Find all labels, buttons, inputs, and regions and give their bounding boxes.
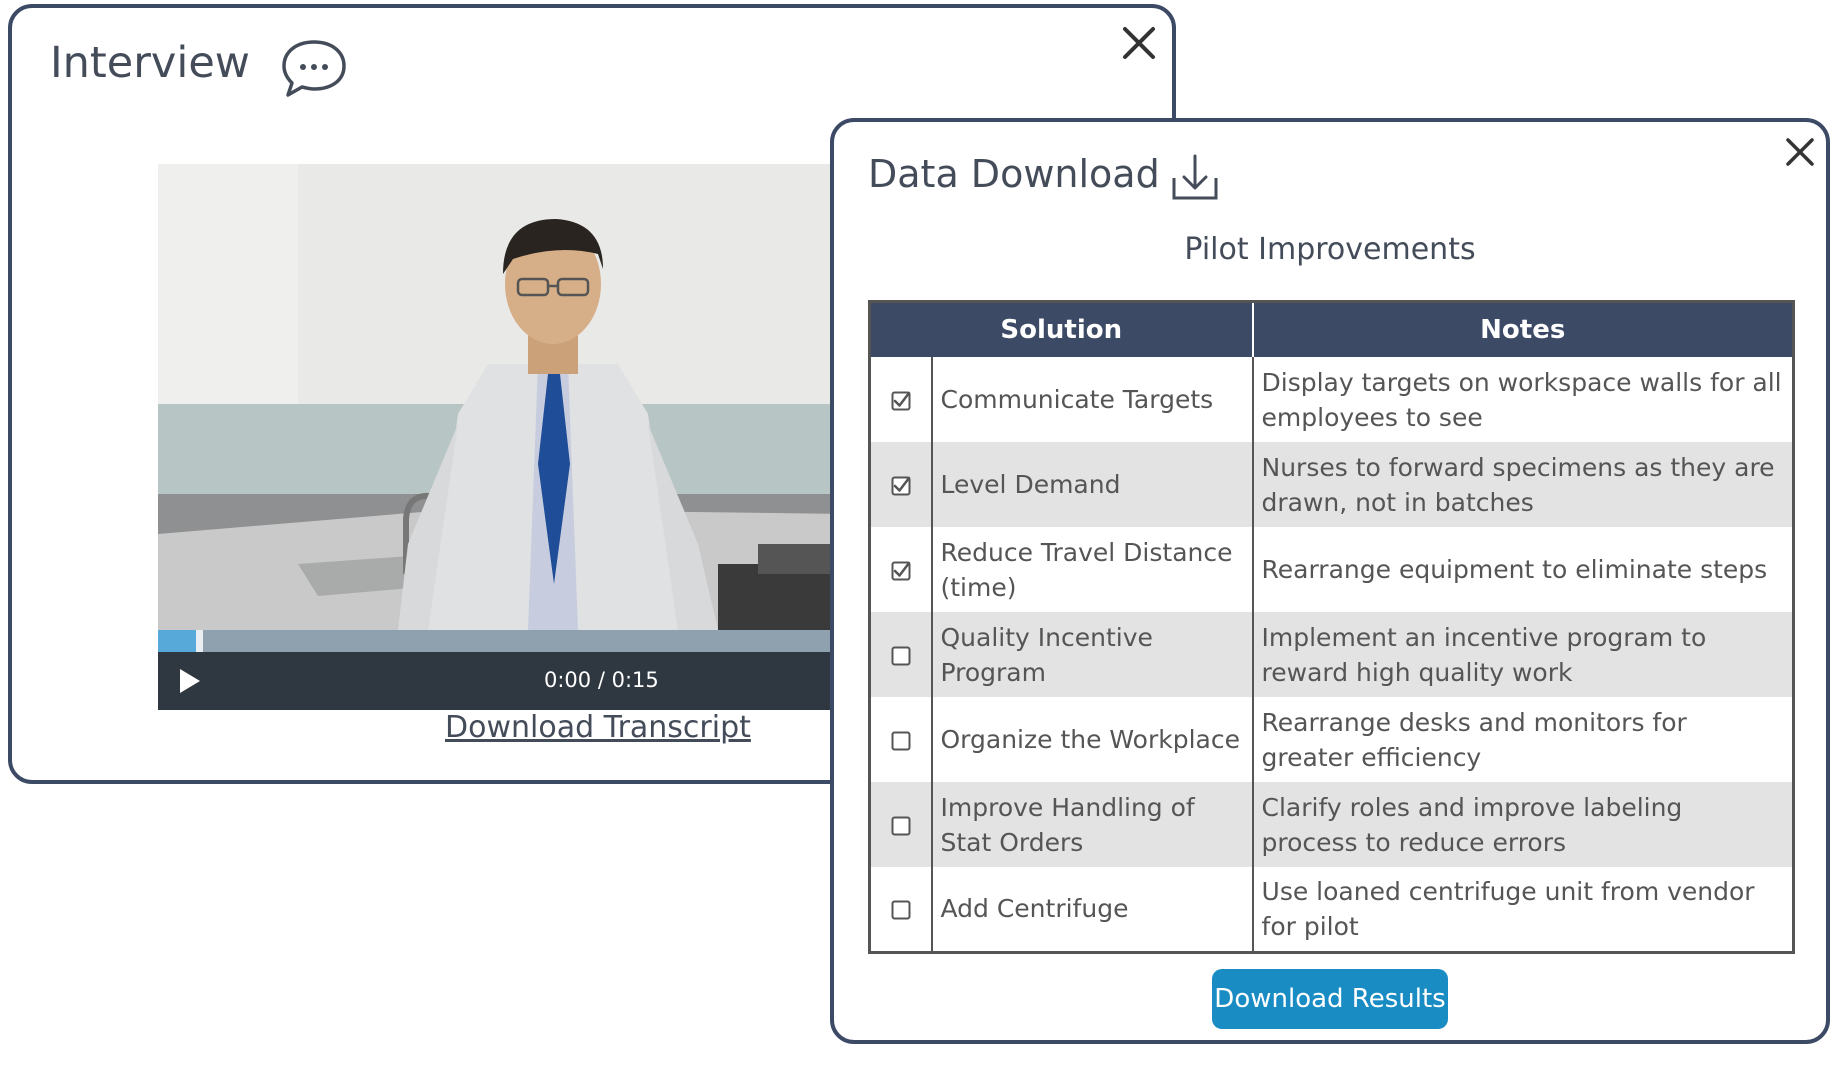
data-download-panel: Data Download Pilot Improvements Solutio… — [830, 118, 1830, 1044]
download-transcript-link[interactable]: Download Transcript — [445, 710, 751, 745]
row-checkbox[interactable] — [869, 782, 932, 867]
solution-cell: Improve Handling of Stat Orders — [930, 782, 1253, 867]
row-checkbox[interactable] — [870, 527, 932, 612]
table-row: Level Demand Nurses to forward specimens … — [869, 442, 1794, 527]
row-checkbox[interactable] — [870, 867, 932, 952]
checkbox-checked-icon — [891, 561, 911, 581]
checkbox-empty-icon — [891, 900, 911, 920]
checkbox-empty-icon — [891, 731, 911, 751]
solutions-table: Solution Notes Communicate Targets Displa… — [868, 300, 1796, 954]
video-progress-fill — [158, 630, 200, 652]
video-controls: 0:00 / 0:15 — [158, 652, 848, 710]
table-row: Add Centrifuge Use loaned centrifuge unit… — [870, 867, 1794, 952]
notes-cell: Rearrange equipment to eliminate steps — [1251, 527, 1794, 612]
solution-cell: Add Centrifuge — [930, 867, 1253, 952]
notes-cell: Implement an incentive program to reward… — [1251, 612, 1794, 697]
interview-title: Interview — [50, 38, 250, 88]
notes-cell: Use loaned centrifuge unit from vendor f… — [1251, 867, 1794, 952]
row-checkbox[interactable] — [870, 357, 932, 442]
video-frame — [158, 164, 848, 630]
table-header-row: Solution Notes — [869, 301, 1794, 357]
row-checkbox[interactable] — [870, 697, 932, 782]
chat-bubble-icon — [282, 40, 346, 97]
data-download-close-icon[interactable] — [1782, 134, 1818, 170]
video-progress-bar[interactable] — [158, 630, 848, 652]
table-row: Communicate Targets Display targets on wo… — [870, 357, 1794, 442]
notes-cell: Nurses to forward specimens as they are … — [1251, 442, 1794, 527]
video-player[interactable]: 0:00 / 0:15 — [158, 164, 848, 710]
checkbox-checked-icon — [891, 391, 911, 411]
data-download-title: Data Download — [868, 152, 1160, 196]
solution-cell: Quality Incentive Program — [930, 612, 1253, 697]
solution-cell: Communicate Targets — [930, 357, 1253, 442]
table-subtitle: Pilot Improvements — [1184, 232, 1476, 267]
notes-cell: Display targets on workspace walls for a… — [1251, 357, 1794, 442]
checkbox-empty-icon — [891, 816, 911, 836]
interview-close-icon[interactable] — [1118, 22, 1160, 64]
row-checkbox[interactable] — [869, 442, 932, 527]
checkbox-checked-icon — [891, 476, 911, 496]
play-icon[interactable] — [178, 668, 202, 694]
table-row: Reduce Travel Distance (time) Rearrange e… — [870, 527, 1794, 612]
table-row: Improve Handling of Stat Orders Clarify r… — [869, 782, 1794, 867]
table-row: Organize the Workplace Rearrange desks an… — [870, 697, 1794, 782]
checkbox-empty-icon — [891, 646, 911, 666]
solution-cell: Level Demand — [930, 442, 1253, 527]
download-results-button[interactable]: Download Results — [1212, 969, 1448, 1029]
column-header-notes: Notes — [1251, 301, 1794, 357]
solution-cell: Reduce Travel Distance (time) — [930, 527, 1253, 612]
solution-cell: Organize the Workplace — [930, 697, 1253, 782]
row-checkbox[interactable] — [869, 612, 932, 697]
column-header-solution: Solution — [869, 301, 1253, 357]
video-time-display: 0:00 / 0:15 — [544, 668, 659, 692]
download-icon — [1172, 154, 1218, 200]
table-row: Quality Incentive Program Implement an in… — [869, 612, 1794, 697]
notes-cell: Rearrange desks and monitors for greater… — [1251, 697, 1794, 782]
video-progress-handle[interactable] — [196, 630, 204, 652]
notes-cell: Clarify roles and improve labeling proce… — [1251, 782, 1794, 867]
